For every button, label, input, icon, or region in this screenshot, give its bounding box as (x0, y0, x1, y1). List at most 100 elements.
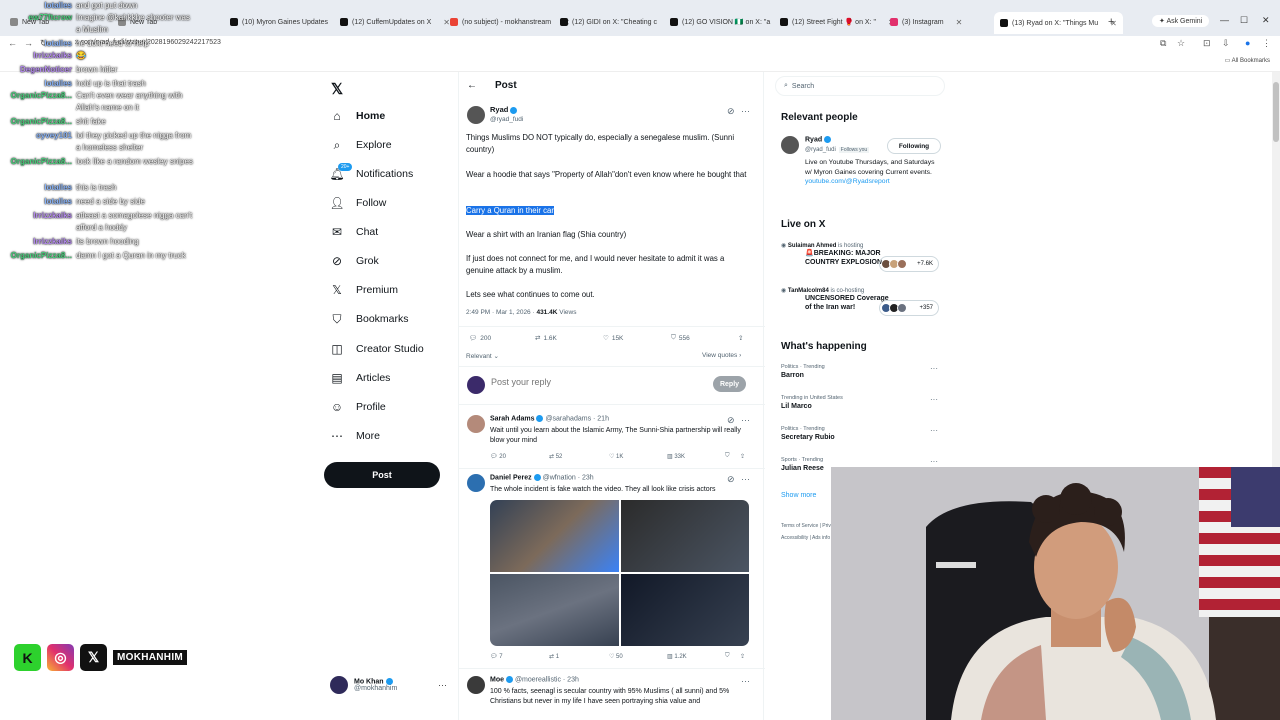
nav-item-articles[interactable]: ▤ Articles (330, 368, 390, 388)
bookmark-icon[interactable]: ⛉ (725, 453, 730, 460)
post-author-avatar[interactable] (467, 106, 485, 124)
comment-author[interactable]: Moe @moereallistic · 23h (490, 676, 579, 683)
tab-ryad-active[interactable]: (13) Ryad on X: "Things Mu ✕ (994, 12, 1123, 34)
more-options-icon[interactable]: ··· (741, 415, 750, 425)
trend-more-icon[interactable]: ··· (930, 395, 938, 404)
bookmark-icon[interactable]: ⛉ (725, 653, 730, 660)
nav-item-more[interactable]: ⋯ More (330, 426, 380, 446)
install-icon[interactable]: ⧉ (1160, 38, 1166, 49)
nav-item-profile[interactable]: ☺ Profile (330, 397, 386, 417)
tab-gmail[interactable]: (no subject) - mokhanstream✕ (450, 14, 570, 30)
media-image[interactable] (490, 574, 619, 646)
trend-item[interactable]: Politics · Trending Secretary Rubio ··· (781, 426, 941, 441)
tab-myron[interactable]: (10) Myron Gaines Updates✕ (230, 14, 347, 30)
repost-action[interactable]: ⇄ 1.6K (535, 334, 557, 343)
tab-gidi[interactable]: (12) GIDI on X: "Cheating c✕ (560, 14, 676, 30)
share-icon[interactable]: ⇪ (740, 653, 745, 660)
post-button[interactable]: Post (324, 462, 440, 488)
comment-like-action[interactable]: ♡ 50 (609, 653, 623, 660)
tab-govision[interactable]: (12) GO VISION 🇳🇬 on X: "a✕ (670, 14, 789, 30)
reply-button[interactable]: Reply (713, 376, 746, 392)
maximize-icon[interactable]: ☐ (1240, 15, 1248, 26)
relevant-person-name[interactable]: Ryad (805, 136, 832, 143)
more-options-icon[interactable]: ··· (741, 474, 750, 484)
sort-dropdown[interactable]: Relevant ⌄ (466, 352, 499, 360)
nav-item-notifications[interactable]: 🔔︎ 20+ Notifications (329, 163, 413, 184)
scrollbar-thumb[interactable] (1273, 82, 1279, 142)
reply-input[interactable] (491, 377, 691, 387)
following-button[interactable]: Following (887, 138, 941, 154)
tab-cuffem[interactable]: (12) CuffemUpdates on X ✕ (340, 14, 450, 30)
minimize-icon[interactable]: — (1220, 15, 1229, 25)
nav-item-grok[interactable]: ⊘ Grok (330, 251, 379, 271)
comment-media-grid[interactable] (490, 500, 749, 646)
comment-author[interactable]: Sarah Adams @sarahadams · 21h (490, 415, 609, 422)
share-icon[interactable]: ⇪ (740, 453, 745, 460)
live-listeners-pill[interactable]: +7.6K (879, 256, 939, 272)
comment-avatar[interactable] (467, 415, 485, 433)
media-image[interactable] (620, 500, 749, 572)
menu-icon[interactable]: ⋮ (1262, 38, 1271, 49)
trend-more-icon[interactable]: ··· (930, 426, 938, 435)
media-image[interactable] (620, 574, 749, 646)
search-box[interactable]: ⌕ Search (775, 76, 945, 96)
nav-item-follow[interactable]: 👤︎ Follow (329, 193, 386, 213)
comment-avatar[interactable] (467, 676, 485, 694)
share-icon[interactable]: ⇪ (738, 334, 743, 342)
trend-more-icon[interactable]: ··· (930, 364, 938, 373)
nav-item-creator-studio[interactable]: ◫ Creator Studio (330, 339, 423, 359)
tab-streetfight[interactable]: (12) Street Fight 🥊 on X: "✕ (780, 14, 895, 30)
trend-item[interactable]: Trending in United States Lil Marco ··· (781, 395, 941, 410)
trend-item[interactable]: Politics · Trending Barron ··· (781, 364, 941, 379)
star-icon[interactable]: ☆ (1177, 38, 1185, 49)
grok-icon[interactable]: ⊘ (727, 106, 735, 117)
nav-item-bookmarks[interactable]: ⛉ Bookmarks (330, 309, 408, 329)
live-space-item[interactable]: ◉ TanMalcolm84 is co-hosting UNCENSORED … (781, 287, 941, 316)
profile-avatar-icon[interactable]: ● (1245, 38, 1250, 48)
more-options-icon[interactable]: ··· (741, 676, 750, 686)
post-author-name[interactable]: Ryad (490, 105, 518, 114)
grok-icon[interactable]: ⊘ (727, 415, 735, 426)
nav-item-chat[interactable]: ✉ Chat (330, 222, 378, 242)
media-image[interactable] (490, 500, 619, 572)
show-more-link[interactable]: Show more (781, 492, 816, 499)
page-scrollbar[interactable] (1272, 72, 1280, 467)
new-tab-icon[interactable]: + (1108, 16, 1114, 28)
tab-instagram[interactable]: (3) Instagram ✕ (890, 14, 962, 30)
more-options-icon[interactable]: ··· (741, 106, 750, 116)
reply-action[interactable]: 💬︎ 200 (469, 334, 491, 343)
downloads-icon[interactable]: ⇩ (1222, 38, 1230, 49)
comment-views-action[interactable]: ▥ 33K (667, 453, 685, 460)
trend-more-icon[interactable]: ··· (930, 457, 938, 466)
live-space-item[interactable]: ◉ Sulaiman Ahmed is hosting 🚨BREAKING: M… (781, 242, 941, 272)
back-arrow-icon[interactable]: ← (467, 80, 477, 91)
comment-author[interactable]: Daniel Perez @wfnation · 23h (490, 474, 594, 481)
grok-icon[interactable]: ⊘ (727, 474, 735, 485)
nav-item-explore[interactable]: ⌕ Explore (330, 135, 392, 155)
bookmark-action[interactable]: ⛉ 556 (671, 334, 690, 342)
view-quotes-link[interactable]: View quotes › (702, 352, 741, 359)
bio-link[interactable]: youtube.com/@Ryadsreport (805, 178, 890, 185)
post-author-handle[interactable]: @ryad_fudi (490, 116, 523, 123)
comment-like-action[interactable]: ♡ 1K (609, 453, 623, 460)
nav-item-home[interactable]: ⌂ Home (330, 106, 385, 126)
comment-avatar[interactable] (467, 474, 485, 492)
close-tab-icon[interactable]: ✕ (443, 18, 450, 27)
comment-reply-action[interactable]: 💬︎ 20 (490, 453, 506, 460)
relevant-person-avatar[interactable] (781, 136, 799, 154)
live-listeners-pill[interactable]: +357 (879, 300, 939, 316)
extensions-icon[interactable]: ⊡ (1203, 38, 1211, 49)
comment-repost-action[interactable]: ⇄ 1 (549, 653, 559, 660)
nav-item-premium[interactable]: 𝕏 Premium (330, 280, 398, 300)
ask-gemini-button[interactable]: ✦ Ask Gemini (1152, 15, 1210, 27)
close-window-icon[interactable]: ✕ (1262, 15, 1270, 26)
account-switcher[interactable]: Mo Khan @mokhanhim (330, 676, 397, 694)
all-bookmarks[interactable]: ▭ All Bookmarks (1225, 57, 1270, 64)
like-action[interactable]: ♡ 15K (603, 334, 623, 343)
comment-repost-action[interactable]: ⇄ 52 (549, 453, 562, 460)
comment-views-action[interactable]: ▥ 1.2K (667, 653, 687, 660)
close-tab-icon[interactable]: ✕ (956, 18, 963, 27)
x-logo-icon[interactable]: 𝕏 (331, 80, 343, 98)
account-more-icon[interactable]: ··· (438, 680, 447, 690)
comment-reply-action[interactable]: 💬︎ 7 (490, 653, 503, 660)
